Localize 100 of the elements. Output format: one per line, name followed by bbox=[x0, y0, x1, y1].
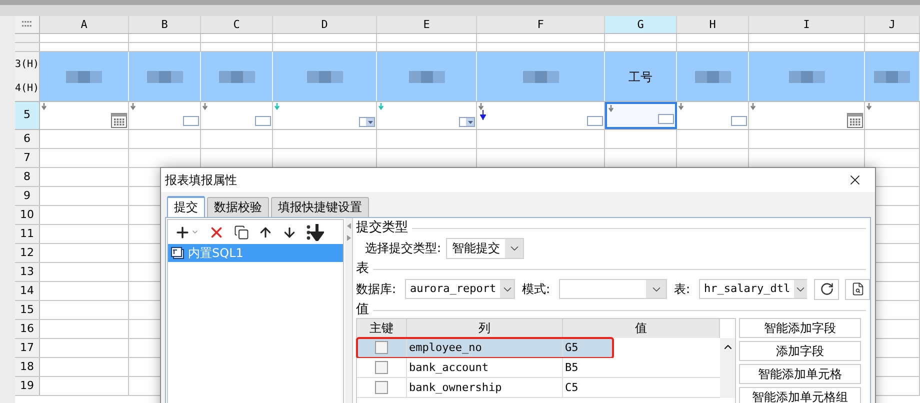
column-header[interactable]: E bbox=[377, 16, 477, 33]
move-down-icon[interactable] bbox=[282, 224, 297, 240]
grid-dots-icon bbox=[22, 21, 32, 28]
redacted-block bbox=[874, 70, 910, 82]
column-header[interactable]: H bbox=[677, 16, 749, 33]
text-input-widget[interactable] bbox=[658, 114, 674, 124]
row-header[interactable]: 14 bbox=[15, 282, 40, 300]
row-header[interactable] bbox=[15, 43, 40, 51]
section-legend: 表 bbox=[356, 261, 369, 277]
input-cell[interactable] bbox=[40, 102, 129, 129]
column-header[interactable]: A bbox=[40, 16, 129, 33]
column-header[interactable]: J bbox=[865, 16, 920, 33]
input-cell[interactable] bbox=[677, 102, 749, 129]
row-header[interactable]: 12 bbox=[15, 244, 40, 262]
copy-icon[interactable] bbox=[234, 224, 249, 240]
row-header[interactable]: 11 bbox=[15, 225, 40, 243]
row-header[interactable]: 3(H) bbox=[15, 52, 39, 76]
row-header[interactable]: 9 bbox=[15, 187, 40, 205]
refresh-icon bbox=[820, 282, 834, 296]
schema-select[interactable] bbox=[559, 279, 667, 299]
preview-button[interactable] bbox=[845, 278, 870, 300]
input-cell[interactable] bbox=[377, 102, 477, 129]
column-header[interactable]: B bbox=[129, 16, 201, 33]
refresh-button[interactable] bbox=[814, 278, 839, 300]
checkbox[interactable] bbox=[375, 341, 388, 354]
checkbox[interactable] bbox=[375, 361, 388, 374]
calendar-icon[interactable] bbox=[111, 112, 127, 128]
redacted-block bbox=[788, 70, 824, 82]
dropdown-arrow-icon bbox=[468, 120, 472, 124]
input-cell[interactable] bbox=[201, 102, 273, 129]
dropdown-arrow-icon bbox=[368, 120, 372, 124]
collapse-left-icon[interactable] bbox=[346, 223, 351, 229]
caret-icon[interactable] bbox=[191, 228, 199, 236]
dropdown-widget[interactable] bbox=[359, 117, 375, 127]
move-bottom-icon[interactable] bbox=[306, 224, 324, 240]
dropdown-widget[interactable] bbox=[459, 117, 475, 127]
row-header[interactable]: 13 bbox=[15, 263, 40, 281]
row-header[interactable]: 6 bbox=[15, 130, 40, 148]
scrollbar[interactable] bbox=[720, 338, 735, 398]
action-button[interactable]: 智能添加字段 bbox=[739, 318, 861, 338]
input-cell[interactable] bbox=[605, 102, 677, 129]
column-header[interactable]: G bbox=[605, 16, 677, 33]
redacted-block bbox=[66, 70, 102, 82]
column-header[interactable]: I bbox=[749, 16, 865, 33]
table-icon bbox=[171, 247, 184, 259]
table-select[interactable]: hr_salary_dtl bbox=[699, 279, 807, 299]
section-legend: 提交类型 bbox=[356, 220, 408, 236]
select-all-corner[interactable] bbox=[15, 16, 40, 33]
input-cell[interactable] bbox=[477, 102, 605, 129]
tab[interactable]: 提交 bbox=[167, 196, 205, 217]
dialog-title: 报表填报属性 bbox=[165, 172, 237, 189]
submit-type-select[interactable]: 智能提交 bbox=[446, 238, 524, 258]
column-header[interactable]: D bbox=[273, 16, 377, 33]
text-input-widget[interactable] bbox=[255, 116, 271, 126]
tab[interactable]: 填报快捷键设置 bbox=[271, 197, 369, 217]
redacted-block bbox=[694, 70, 730, 82]
schema-label: 模式: bbox=[522, 281, 552, 298]
database-select[interactable]: aurora_report bbox=[405, 279, 515, 299]
table-cell: employee_no bbox=[407, 338, 563, 357]
row-header[interactable]: 15 bbox=[15, 301, 40, 319]
section-legend: 值 bbox=[356, 302, 369, 318]
text-input-widget[interactable] bbox=[587, 116, 603, 126]
column-header[interactable]: C bbox=[201, 16, 273, 33]
row-header[interactable]: 18 bbox=[15, 358, 40, 376]
redacted-block bbox=[306, 70, 342, 82]
row-header[interactable] bbox=[15, 34, 40, 42]
row-header[interactable]: 19 bbox=[15, 377, 40, 395]
tab[interactable]: 数据校验 bbox=[207, 197, 269, 217]
input-cell[interactable] bbox=[749, 102, 865, 129]
action-button[interactable]: 智能添加单元格 bbox=[739, 364, 861, 384]
table-cell: bank_account bbox=[407, 358, 563, 377]
table-cell-text: B5 bbox=[564, 360, 580, 376]
input-cell[interactable] bbox=[865, 102, 920, 129]
table-cell-text: G5 bbox=[564, 340, 580, 356]
database-label: 数据库: bbox=[356, 281, 398, 298]
row-header[interactable]: 4(H) bbox=[15, 76, 39, 101]
row-header[interactable]: 16 bbox=[15, 320, 40, 338]
header-text: 工号 bbox=[628, 68, 652, 86]
column-header[interactable]: F bbox=[477, 16, 605, 33]
action-button[interactable]: 智能添加单元格组 bbox=[739, 387, 861, 403]
row-header[interactable]: 5 bbox=[15, 102, 40, 129]
input-cell[interactable] bbox=[273, 102, 377, 129]
expand-right-icon[interactable] bbox=[346, 235, 351, 241]
table-row[interactable]: bank_account B5 bbox=[357, 358, 720, 378]
input-cell[interactable] bbox=[129, 102, 201, 129]
file-search-icon bbox=[850, 282, 864, 296]
redacted-block bbox=[218, 70, 254, 82]
table-row[interactable]: bank_ownership C5 bbox=[357, 378, 720, 398]
calendar-icon[interactable] bbox=[847, 112, 863, 128]
action-button[interactable]: 添加字段 bbox=[739, 341, 861, 361]
row-header[interactable]: 10 bbox=[15, 206, 40, 224]
move-up-icon[interactable] bbox=[258, 224, 273, 240]
row-header[interactable]: 8 bbox=[15, 168, 40, 186]
row-header[interactable]: 7 bbox=[15, 149, 40, 167]
row-header[interactable]: 17 bbox=[15, 339, 40, 357]
text-input-widget[interactable] bbox=[731, 116, 747, 126]
checkbox[interactable] bbox=[375, 381, 388, 394]
text-input-widget[interactable] bbox=[183, 116, 199, 126]
redacted-block bbox=[522, 70, 558, 82]
table-row[interactable]: employee_no G5 bbox=[357, 338, 613, 358]
